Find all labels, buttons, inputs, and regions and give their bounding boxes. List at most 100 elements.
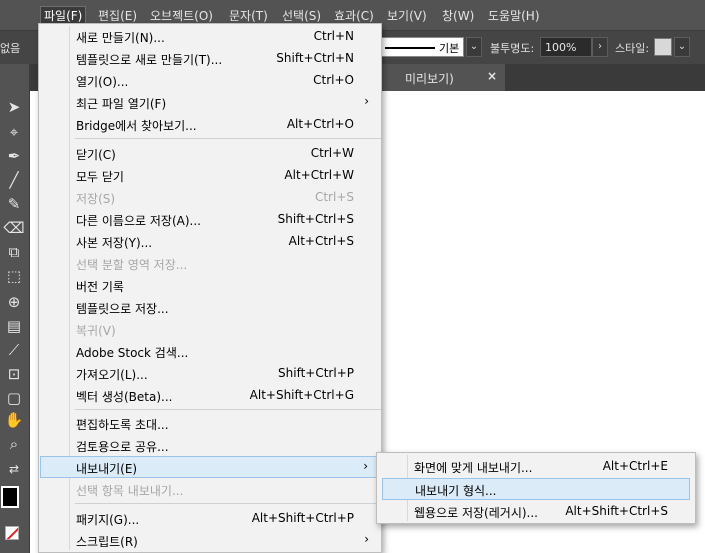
menu-item-label: 선택 분할 영역 저장... [76, 258, 188, 272]
chevron-down-icon[interactable]: ⌄ [674, 37, 690, 57]
brush-tool-icon[interactable]: ✎ [3, 194, 25, 214]
menu-item-version-history[interactable]: 버전 기록 [40, 274, 380, 296]
hand-tool-icon[interactable]: ✋ [3, 410, 25, 430]
menu-item-package[interactable]: 패키지(G)... Alt+Shift+Ctrl+P [40, 507, 380, 529]
menu-item-label: 열기(O)... [76, 75, 129, 89]
menu-item-search-adobe-stock[interactable]: Adobe Stock 검색... [40, 340, 380, 362]
menu-item-label: 웹용으로 저장(레거시)... [414, 506, 538, 520]
menu-item-label: 패키지(G)... [76, 513, 140, 527]
menu-item-place[interactable]: 가져오기(L)... Shift+Ctrl+P [40, 362, 380, 384]
menu-item-close[interactable]: 닫기(C) Ctrl+W [40, 142, 380, 164]
menu-item-open-recent[interactable]: 최근 파일 열기(F) › [40, 91, 380, 113]
zoom-tool-icon[interactable]: ⌕ [3, 434, 25, 454]
menu-item-invite-to-edit[interactable]: 편집하도록 초대... [40, 412, 380, 434]
menu-item-save[interactable]: 저장(S) Ctrl+S [40, 186, 380, 208]
line-tool-icon[interactable]: ╱ [3, 170, 25, 190]
menu-item-label: 검토용으로 공유... [76, 440, 169, 454]
chevron-right-icon: › [364, 532, 369, 546]
menu-separator [75, 503, 381, 504]
direct-selection-tool-icon[interactable]: ⌖ [3, 122, 25, 142]
eyedropper-tool-icon[interactable]: ⟋ [3, 340, 25, 360]
menu-item-label: 다른 이름으로 저장(A)... [76, 214, 201, 228]
menu-item-save-as-template[interactable]: 템플릿으로 저장... [40, 296, 380, 318]
chevron-down-icon[interactable]: ⌄ [466, 37, 482, 57]
menu-item-scripts[interactable]: 스크립트(R) › [40, 529, 380, 551]
menu-separator [75, 409, 381, 410]
menu-item-label: 사본 저장(Y)... [76, 236, 153, 250]
opacity-input[interactable]: 100% [540, 37, 592, 57]
none-color-icon[interactable] [5, 526, 19, 540]
menu-item-shortcut: Alt+Shift+Ctrl+P [251, 511, 354, 525]
chevron-right-icon: › [364, 94, 369, 108]
menu-item-label: Bridge에서 찾아보기... [76, 119, 197, 133]
menu-item-share-for-review[interactable]: 검토용으로 공유... [40, 434, 380, 456]
menu-item-label: 화면에 맞게 내보내기... [414, 461, 533, 475]
menu-item-export-as[interactable]: 내보내기 형식... [382, 478, 690, 500]
opacity-value: 100% [545, 41, 577, 54]
menu-item-save-as[interactable]: 다른 이름으로 저장(A)... Shift+Ctrl+S [40, 208, 380, 230]
menu-item-label: 저장(S) [76, 192, 116, 206]
menu-item-shortcut: Alt+Ctrl+W [284, 168, 354, 182]
fill-color-swatch[interactable] [1, 486, 19, 508]
menu-item-open[interactable]: 열기(O)... Ctrl+O [40, 69, 380, 91]
menu-view[interactable]: 보기(V) [387, 7, 427, 25]
menu-item-shortcut: Shift+Ctrl+P [278, 366, 354, 380]
stroke-style-label: 기본 [439, 42, 460, 55]
swap-colors-icon[interactable]: ⇄ [3, 459, 25, 479]
menu-item-new[interactable]: 새로 만들기(N)... Ctrl+N [40, 25, 380, 47]
menu-item-export[interactable]: 내보내기(E) › [40, 456, 380, 478]
menu-item-shortcut: Alt+Shift+Ctrl+G [249, 388, 354, 402]
style-swatch[interactable] [654, 38, 672, 56]
file-menu: 새로 만들기(N)... Ctrl+N 템플릿으로 새로 만들기(T)... Shi… [38, 23, 382, 553]
menu-item-save-for-web-legacy[interactable]: 웹용으로 저장(레거시)... Alt+Shift+Ctrl+S [378, 500, 694, 522]
scale-tool-icon[interactable]: ⧉ [3, 242, 25, 262]
menu-item-label: Adobe Stock 검색... [76, 346, 189, 360]
gradient-tool-icon[interactable]: ▤ [3, 316, 25, 336]
selection-tool-icon[interactable]: ➤ [3, 97, 25, 117]
menu-item-export-selection[interactable]: 선택 항목 내보내기... [40, 478, 380, 500]
shape-builder-tool-icon[interactable]: ⊕ [3, 292, 25, 312]
menu-item-close-all[interactable]: 모두 닫기 Alt+Ctrl+W [40, 164, 380, 186]
artboard-tool-icon[interactable]: ▢ [3, 388, 25, 408]
menu-item-shortcut: Alt+Ctrl+S [288, 234, 354, 248]
menu-item-label: 복귀(V) [76, 324, 116, 338]
menu-item-new-from-template[interactable]: 템플릿으로 새로 만들기(T)... Shift+Ctrl+N [40, 47, 380, 69]
menu-item-shortcut: Ctrl+S [314, 190, 354, 204]
menu-item-shortcut: Alt+Ctrl+E [602, 459, 668, 473]
menu-item-label: 내보내기 형식... [415, 484, 497, 498]
close-icon[interactable]: × [487, 69, 497, 83]
menu-item-label: 벡터 생성(Beta)... [76, 390, 173, 404]
symbol-sprayer-tool-icon[interactable]: ⊡ [3, 364, 25, 384]
menu-window[interactable]: 창(W) [442, 7, 474, 25]
menu-item-label: 내보내기(E) [76, 462, 138, 476]
menu-item-shortcut: Ctrl+W [310, 146, 354, 160]
chevron-right-icon[interactable]: › [592, 37, 608, 57]
menu-item-generate-vectors[interactable]: 벡터 생성(Beta)... Alt+Shift+Ctrl+G [40, 384, 380, 406]
menu-item-revert[interactable]: 복귀(V) [40, 318, 380, 340]
menu-item-shortcut: Alt+Ctrl+O [286, 117, 354, 131]
document-tab-label: 미리보기) [405, 72, 454, 86]
export-submenu: 화면에 맞게 내보내기... Alt+Ctrl+E 내보내기 형식... 웹용으로… [376, 452, 696, 524]
free-transform-tool-icon[interactable]: ⬚ [3, 266, 25, 286]
menu-item-label: 닫기(C) [76, 148, 116, 162]
menu-item-label: 모두 닫기 [76, 170, 124, 184]
menu-item-label: 선택 항목 내보내기... [76, 484, 184, 498]
menu-separator [75, 138, 381, 139]
menu-help[interactable]: 도움말(H) [488, 7, 540, 25]
stroke-line-preview [385, 47, 435, 49]
menu-item-save-copy[interactable]: 사본 저장(Y)... Alt+Ctrl+S [40, 230, 380, 252]
menu-item-label: 최근 파일 열기(F) [76, 97, 167, 111]
stroke-style-select[interactable]: 기본 [380, 37, 464, 57]
menu-item-label: 가져오기(L)... [76, 368, 148, 382]
menu-item-label: 템플릿으로 저장... [76, 302, 169, 316]
menu-item-save-selected-slices[interactable]: 선택 분할 영역 저장... [40, 252, 380, 274]
menu-item-browse-in-bridge[interactable]: Bridge에서 찾아보기... Alt+Ctrl+O [40, 113, 380, 135]
menu-item-export-for-screens[interactable]: 화면에 맞게 내보내기... Alt+Ctrl+E [378, 455, 694, 477]
menu-item-shortcut: Shift+Ctrl+N [276, 51, 354, 65]
menu-item-label: 버전 기록 [76, 280, 124, 294]
menu-item-label: 템플릿으로 새로 만들기(T)... [76, 53, 223, 67]
eraser-tool-icon[interactable]: ⌫ [3, 218, 25, 238]
menu-item-label: 편집하도록 초대... [76, 418, 169, 432]
control-left-fragment: 없음 [0, 42, 21, 55]
pen-tool-icon[interactable]: ✒ [3, 146, 25, 166]
